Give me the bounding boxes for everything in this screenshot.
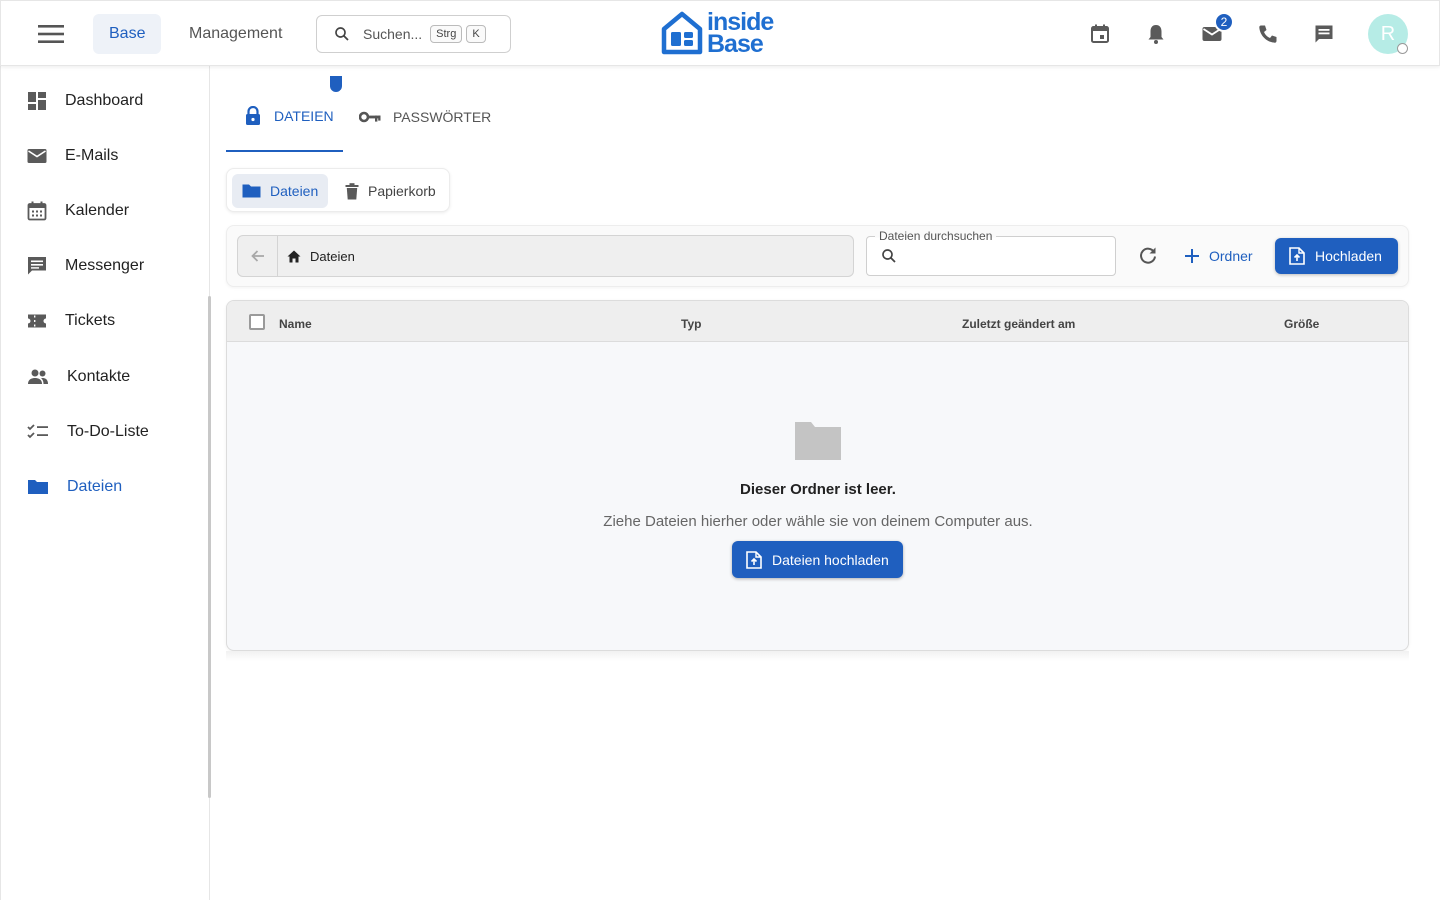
calendar-icon (27, 201, 47, 221)
avatar-initial: R (1380, 22, 1396, 45)
search-placeholder: Suchen... (363, 26, 423, 42)
folder-icon (27, 477, 49, 497)
sidebar-item-label: Kalender (65, 202, 130, 219)
top-bar: Base Management Suchen... Strg K inside … (0, 0, 1440, 66)
column-header-type[interactable]: Typ (681, 317, 701, 331)
contacts-icon (27, 367, 49, 387)
file-upload-icon (746, 550, 762, 569)
sidebar-item-label: To-Do-Liste (67, 423, 149, 440)
column-header-modified[interactable]: Zuletzt geändert am (962, 317, 1075, 331)
upload-button[interactable]: Hochladen (1275, 238, 1398, 274)
sidebar: Dashboard E-Mails Kalender Messenger Tic… (0, 66, 211, 900)
app-logo[interactable]: inside Base (661, 10, 774, 58)
file-upload-icon (1289, 247, 1305, 265)
chat-icon[interactable] (1312, 22, 1336, 46)
search-icon (880, 247, 898, 265)
breadcrumb: Dateien (237, 235, 854, 277)
back-arrow-icon[interactable] (238, 236, 278, 276)
empty-state-title: Dieser Ordner ist leer. (740, 481, 896, 498)
presence-status-dot (1397, 43, 1408, 54)
sidebar-item-label: E-Mails (65, 147, 119, 164)
sidebar-item-dateien[interactable]: Dateien (1, 465, 207, 509)
logo-text: inside Base (707, 10, 774, 58)
view-segment-control: Dateien Papierkorb (226, 168, 450, 212)
dashboard-icon (27, 91, 47, 111)
ticket-icon (27, 311, 47, 331)
tab-dateien[interactable]: DATEIEN (226, 82, 343, 152)
shortcut-key: Strg (430, 25, 463, 43)
segment-dateien[interactable]: Dateien (232, 174, 328, 208)
upload-files-button[interactable]: Dateien hochladen (732, 541, 903, 578)
file-search-label: Dateien durchsuchen (875, 229, 997, 243)
tab-passwoerter[interactable]: PASSWÖRTER (359, 82, 491, 152)
key-icon (359, 110, 381, 124)
mail-icon (27, 146, 47, 166)
shortcut-key: K (466, 25, 486, 43)
sidebar-item-kontakte[interactable]: Kontakte (1, 355, 207, 399)
segment-papierkorb[interactable]: Papierkorb (335, 174, 446, 208)
tab-label: DATEIEN (274, 108, 334, 124)
nav-tab-label: Management (189, 25, 283, 42)
menu-icon[interactable] (35, 22, 67, 46)
file-table: Name Typ Zuletzt geändert am Größe (226, 300, 1409, 651)
nav-tab-management[interactable]: Management (173, 14, 298, 54)
folder-icon (242, 183, 261, 199)
house-logo-icon (661, 10, 703, 56)
checklist-icon (27, 422, 49, 442)
empty-folder-icon (793, 420, 843, 462)
breadcrumb-current[interactable]: Dateien (310, 249, 355, 264)
column-header-name[interactable]: Name (279, 317, 312, 331)
upload-label: Hochladen (1315, 248, 1382, 264)
segment-label: Papierkorb (368, 183, 436, 199)
calendar-icon[interactable] (1088, 22, 1112, 46)
new-folder-label: Ordner (1209, 248, 1253, 264)
file-search-input[interactable] (903, 245, 1103, 269)
segment-label: Dateien (270, 183, 319, 199)
sidebar-item-todo[interactable]: To-Do-Liste (1, 410, 207, 454)
global-search-input[interactable]: Suchen... Strg K (316, 15, 511, 53)
sidebar-item-tickets[interactable]: Tickets (1, 299, 207, 343)
trash-icon (345, 182, 359, 200)
refresh-icon[interactable] (1136, 244, 1160, 268)
table-header: Name Typ Zuletzt geändert am Größe (227, 301, 1408, 342)
search-icon (333, 25, 351, 43)
sidebar-item-messenger[interactable]: Messenger (1, 244, 207, 288)
sidebar-scrollbar[interactable] (208, 296, 211, 798)
sidebar-item-label: Messenger (65, 257, 145, 274)
nav-tab-base[interactable]: Base (93, 14, 162, 54)
select-all-checkbox[interactable] (249, 314, 265, 330)
upload-files-label: Dateien hochladen (772, 551, 889, 568)
phone-icon[interactable] (1256, 22, 1280, 46)
bell-icon[interactable] (1144, 22, 1168, 46)
lock-icon (244, 106, 262, 126)
table-shadow (226, 651, 1409, 661)
message-icon (27, 256, 47, 276)
sidebar-item-label: Dateien (67, 478, 123, 495)
home-icon[interactable] (287, 250, 301, 263)
new-folder-button[interactable]: Ordner (1177, 238, 1261, 274)
nav-tab-label: Base (109, 25, 146, 42)
mail-count-badge: 2 (1214, 12, 1234, 32)
sidebar-item-label: Kontakte (67, 368, 131, 385)
column-header-size[interactable]: Größe (1284, 317, 1319, 331)
tab-label: PASSWÖRTER (393, 109, 492, 125)
sidebar-item-dashboard[interactable]: Dashboard (1, 79, 207, 123)
sidebar-item-label: Tickets (65, 312, 116, 329)
sidebar-item-kalender[interactable]: Kalender (1, 189, 207, 233)
sidebar-item-emails[interactable]: E-Mails (1, 134, 207, 178)
logo-line-2: Base (707, 30, 764, 58)
empty-state-subtitle: Ziehe Dateien hierher oder wähle sie von… (603, 513, 1033, 530)
plus-icon (1185, 249, 1199, 263)
sidebar-item-label: Dashboard (65, 92, 144, 109)
